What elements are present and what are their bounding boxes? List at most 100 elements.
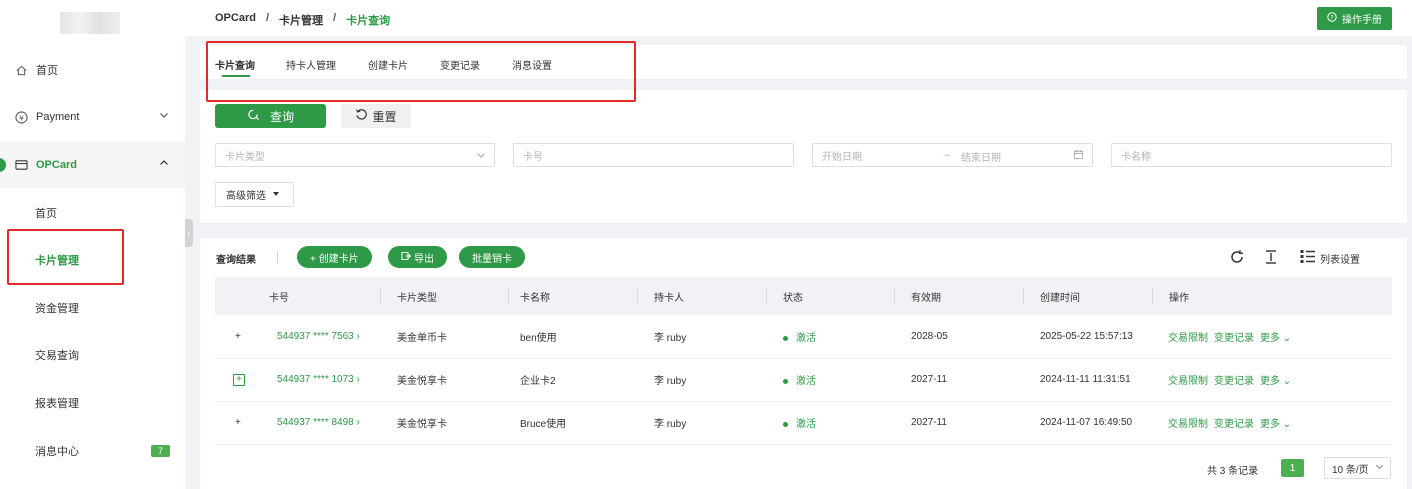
breadcrumb-separator: / — [265, 12, 270, 24]
more-menu[interactable]: 更多 ⌄ — [1260, 333, 1291, 344]
transaction-limit-link[interactable]: 交易限制 — [1168, 333, 1208, 344]
logo — [60, 12, 120, 34]
table-row: + 544937 **** 1073 › 美金悦享卡 企业卡2 李 ruby 激… — [215, 358, 1392, 401]
reset-button-label: 重置 — [372, 109, 397, 124]
transaction-limit-link[interactable]: 交易限制 — [1168, 376, 1208, 387]
table-row: + 544937 **** 7563 › 美金单币卡 ben使用 李 ruby … — [215, 315, 1392, 358]
expiry-cell: 2027-11 — [911, 417, 947, 428]
sidebar-item-label: 消息中心 — [35, 446, 79, 458]
batch-cancel-label: 批量销卡 — [472, 253, 512, 265]
batch-cancel-button[interactable]: 批量销卡 — [459, 246, 525, 268]
column-header-created: 创建时间 — [1023, 277, 1152, 315]
refresh-icon[interactable] — [1229, 249, 1245, 265]
card-name-cell: ben使用 — [520, 332, 557, 344]
sidebar-subitem-messages[interactable]: 消息中心 7 — [0, 428, 185, 474]
expand-row-button[interactable]: + — [215, 401, 265, 444]
results-table: 卡号 卡片类型 卡名称 持卡人 状态 有效期 创建时间 操作 + 544937 … — [215, 277, 1392, 445]
breadcrumb-root[interactable]: OPCard — [215, 12, 256, 28]
status-cell: 激活 — [766, 315, 894, 358]
sidebar-item-label: OPCard — [36, 159, 77, 171]
sidebar-item-label: 交易查询 — [35, 350, 79, 362]
date-range-picker[interactable]: 开始日期 → 结束日期 — [812, 143, 1093, 167]
sidebar-item-label: 报表管理 — [35, 398, 79, 410]
chevron-right-icon: › — [356, 374, 360, 385]
create-card-button[interactable]: + 创建卡片 — [297, 246, 372, 268]
column-settings-button[interactable]: 列表设置 — [1300, 249, 1360, 267]
svg-text:?: ? — [1330, 14, 1333, 22]
reset-icon — [355, 108, 368, 124]
manual-button[interactable]: ? 操作手册 — [1317, 7, 1392, 30]
card-number-link[interactable]: 544937 **** 8498 › — [265, 401, 380, 444]
page-size-label: 10 条/页 — [1332, 464, 1369, 476]
chevron-down-icon — [476, 150, 486, 163]
more-menu[interactable]: 更多 ⌄ — [1260, 376, 1291, 387]
sidebar-collapse-handle[interactable]: ‹ — [185, 219, 193, 247]
change-records-link[interactable]: 变更记录 — [1214, 333, 1254, 344]
card-type-cell: 美金悦享卡 — [397, 419, 447, 430]
column-header-holder: 持卡人 — [637, 277, 766, 315]
created-cell: 2025-05-22 15:57:13 — [1040, 330, 1133, 342]
manual-button-label: 操作手册 — [1342, 15, 1382, 26]
card-name-cell: 企业卡2 — [520, 376, 556, 387]
caret-down-icon — [272, 189, 280, 200]
card-number-placeholder: 卡号 — [523, 151, 543, 163]
breadcrumb: OPCard / 卡片管理 / 卡片查询 — [215, 12, 390, 28]
more-menu[interactable]: 更多 ⌄ — [1260, 419, 1291, 430]
chevron-down-icon: ⌄ — [1282, 376, 1292, 387]
search-icon — [247, 108, 260, 124]
card-type-select[interactable]: 卡片类型 — [215, 143, 495, 167]
breadcrumb-current: 卡片查询 — [346, 15, 391, 27]
expand-row-button[interactable]: + — [215, 358, 265, 401]
status-cell: 激活 — [766, 401, 894, 444]
transaction-limit-link[interactable]: 交易限制 — [1168, 419, 1208, 430]
card-icon — [14, 158, 28, 172]
page-number-button[interactable]: 1 — [1281, 459, 1304, 477]
list-icon — [1300, 249, 1315, 267]
expand-row-button[interactable]: + — [215, 315, 265, 358]
card-number-link[interactable]: 544937 **** 1073 › — [265, 358, 380, 401]
calendar-icon — [1073, 149, 1084, 163]
filter-panel: 查询 重置 卡片类型 卡号 开始日期 → 结束日期 卡名称 高级筛选 — [200, 90, 1407, 223]
advanced-filter-label: 高级筛选 — [226, 191, 266, 202]
card-type-cell: 美金悦享卡 — [397, 376, 447, 387]
card-name-input[interactable]: 卡名称 — [1111, 143, 1392, 167]
card-number-link[interactable]: 544937 **** 7563 › — [265, 315, 380, 358]
holder-cell: 李 ruby — [654, 419, 687, 430]
card-number-input[interactable]: 卡号 — [513, 143, 794, 167]
sidebar-item-payment[interactable]: ¥ Payment — [0, 94, 185, 140]
export-button[interactable]: 导出 — [388, 246, 447, 268]
chevron-down-icon: ⌄ — [1282, 332, 1292, 344]
export-icon — [401, 251, 412, 264]
query-button[interactable]: 查询 — [215, 104, 326, 128]
sidebar-item-label: 资金管理 — [35, 303, 79, 315]
created-cell: 2024-11-07 16:49:50 — [1040, 417, 1133, 428]
sidebar-subitem-fund-management[interactable]: 资金管理 — [0, 285, 185, 331]
expand-column-header — [215, 277, 265, 315]
status-dot — [783, 378, 788, 384]
export-label: 导出 — [414, 253, 434, 265]
chevron-right-icon: › — [356, 330, 360, 342]
breadcrumb-mid[interactable]: 卡片管理 — [279, 12, 323, 28]
column-height-icon[interactable] — [1264, 249, 1278, 265]
actions-cell: 交易限制 变更记录 更多 ⌄ — [1152, 315, 1392, 358]
table-header-row: 卡号 卡片类型 卡名称 持卡人 状态 有效期 创建时间 操作 — [215, 277, 1392, 315]
column-header-card-type: 卡片类型 — [380, 277, 508, 315]
card-name-cell: Bruce使用 — [520, 419, 567, 430]
column-header-card-name: 卡名称 — [508, 277, 637, 315]
sidebar-item-home[interactable]: 首页 — [0, 47, 185, 93]
holder-cell: 李 ruby — [654, 376, 687, 387]
reset-button[interactable]: 重置 — [341, 104, 411, 128]
annotation-box-card-management — [7, 229, 124, 285]
advanced-filter-button[interactable]: 高级筛选 — [215, 182, 294, 207]
breadcrumb-separator: / — [333, 12, 337, 24]
annotation-box-tabs — [206, 41, 636, 102]
chevron-down-icon — [159, 110, 169, 123]
change-records-link[interactable]: 变更记录 — [1214, 376, 1254, 387]
sidebar-subitem-reports[interactable]: 报表管理 — [0, 380, 185, 426]
results-panel: 查询结果 + 创建卡片 导出 批量销卡 列表设置 卡号 卡片类型 卡名称 持卡人… — [200, 238, 1407, 489]
page-size-select[interactable]: 10 条/页 — [1324, 457, 1391, 479]
end-date-placeholder: 结束日期 — [961, 153, 1001, 164]
sidebar-item-opcard[interactable]: OPCard — [0, 142, 185, 188]
change-records-link[interactable]: 变更记录 — [1214, 419, 1254, 430]
sidebar-subitem-transaction-query[interactable]: 交易查询 — [0, 332, 185, 378]
